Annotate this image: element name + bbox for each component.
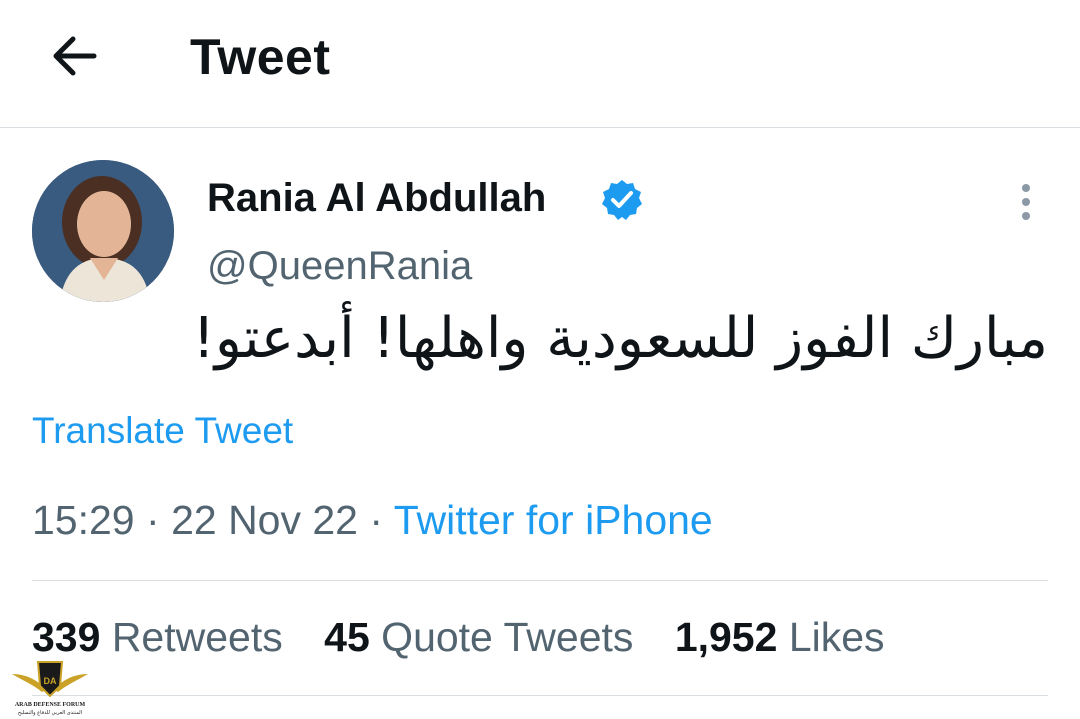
meta-separator: · bbox=[369, 497, 384, 543]
tweet-stats: 339 Retweets 45 Quote Tweets 1,952 Likes bbox=[32, 614, 915, 661]
translate-tweet-link[interactable]: Translate Tweet bbox=[32, 410, 293, 452]
avatar[interactable] bbox=[32, 160, 174, 302]
meta-divider bbox=[32, 580, 1048, 581]
tweet-text: مبارك الفوز للسعودية واهلها! أبدعتو! bbox=[192, 306, 1048, 371]
retweets-label: Retweets bbox=[111, 614, 283, 660]
arrow-left-icon bbox=[53, 36, 97, 76]
likes-label: Likes bbox=[788, 614, 885, 660]
watermark-logo: DA ARAB DEFENSE FORUM المنتدى العربي للد… bbox=[12, 661, 88, 716]
quote-tweets-count: 45 bbox=[324, 614, 370, 660]
author-name[interactable]: Rania Al Abdullah bbox=[207, 176, 546, 221]
svg-text:ARAB DEFENSE FORUM: ARAB DEFENSE FORUM bbox=[15, 702, 86, 708]
svg-text:المنتدى العربي للدفاع والتسليح: المنتدى العربي للدفاع والتسليح bbox=[18, 710, 82, 716]
tweet-time[interactable]: 15:29 bbox=[32, 497, 135, 543]
verified-badge-icon bbox=[602, 180, 642, 220]
meta-separator: · bbox=[146, 497, 160, 543]
likes-stat[interactable]: 1,952 Likes bbox=[675, 614, 885, 660]
retweets-count: 339 bbox=[32, 614, 101, 660]
author-handle[interactable]: @QueenRania bbox=[207, 244, 472, 289]
tweet-date[interactable]: 22 Nov 22 bbox=[171, 497, 358, 543]
avatar-image bbox=[32, 160, 174, 302]
stats-divider bbox=[32, 695, 1048, 696]
retweets-stat[interactable]: 339 Retweets bbox=[32, 614, 283, 660]
back-button[interactable] bbox=[48, 30, 100, 82]
tweet-source-link[interactable]: Twitter for iPhone bbox=[394, 497, 713, 543]
svg-text:DA: DA bbox=[44, 676, 57, 686]
quote-tweets-label: Quote Tweets bbox=[381, 614, 634, 660]
more-vertical-icon bbox=[1022, 184, 1030, 220]
header-divider bbox=[0, 127, 1080, 128]
page-title: Tweet bbox=[190, 29, 331, 85]
tweet-meta: 15:29 · 22 Nov 22 · Twitter for iPhone bbox=[32, 497, 713, 544]
top-bar: Tweet bbox=[0, 0, 1080, 127]
likes-count: 1,952 bbox=[674, 614, 778, 660]
quote-tweets-stat[interactable]: 45 Quote Tweets bbox=[324, 614, 633, 660]
more-options-button[interactable] bbox=[1008, 180, 1044, 224]
